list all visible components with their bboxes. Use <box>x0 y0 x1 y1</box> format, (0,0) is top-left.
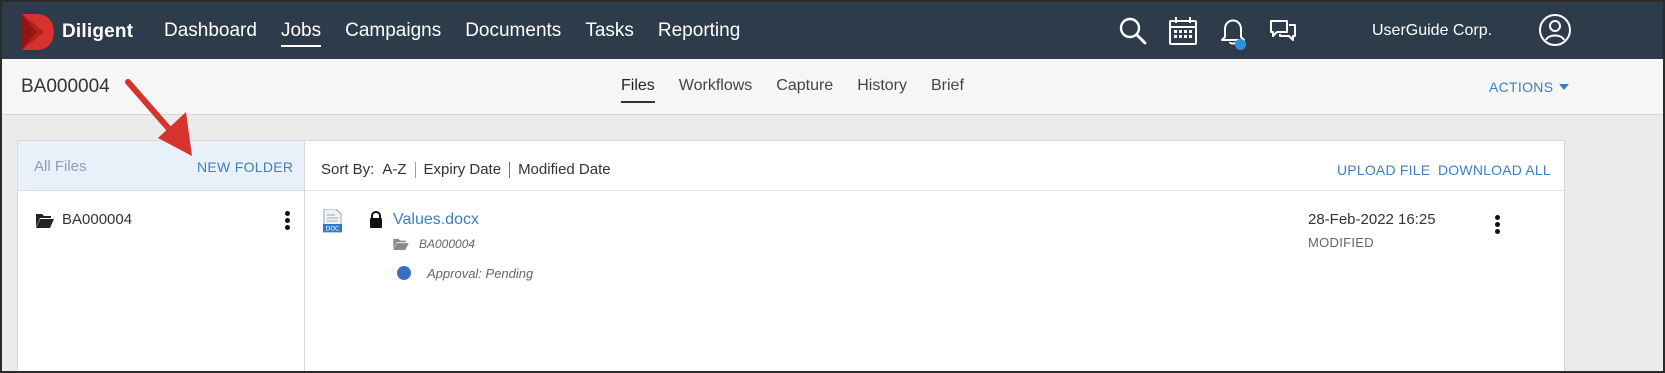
folder-open-icon <box>36 214 54 228</box>
job-subheader: BA000004 Files Workflows Capture History… <box>2 59 1663 115</box>
user-avatar-icon[interactable] <box>1538 13 1572 47</box>
folder-name: BA000004 <box>62 211 133 228</box>
logo-text: Diligent <box>62 21 134 42</box>
lock-icon <box>370 211 382 228</box>
doc-file-icon: DOC <box>323 209 342 233</box>
search-icon[interactable] <box>1117 15 1149 47</box>
caret-down-icon <box>1559 84 1570 90</box>
tab-files[interactable]: Files <box>621 59 655 115</box>
doc-icon-label: DOC <box>326 225 340 232</box>
new-folder-button[interactable]: NEW FOLDER <box>197 159 293 175</box>
actions-label: ACTIONS <box>1489 79 1554 95</box>
tab-capture[interactable]: Capture <box>776 59 833 115</box>
sort-az[interactable]: A-Z <box>382 161 406 178</box>
folder-menu-kebab-icon[interactable] <box>285 211 291 231</box>
sort-controls: Sort By: A-Z Expiry Date Modified Date <box>321 161 611 178</box>
sort-separator <box>414 161 416 178</box>
all-files-link[interactable]: All Files <box>34 158 87 175</box>
download-all-button[interactable]: DOWNLOAD ALL <box>1438 162 1551 178</box>
sort-modified-date[interactable]: Modified Date <box>518 161 611 178</box>
main-nav: Dashboard Jobs Campaigns Documents Tasks… <box>164 2 764 59</box>
folder-item[interactable]: BA000004 <box>18 191 304 249</box>
nav-dashboard[interactable]: Dashboard <box>164 2 257 59</box>
chat-icon[interactable] <box>1267 15 1299 47</box>
notifications-button[interactable] <box>1217 15 1249 50</box>
approval-status: Approval: Pending <box>427 266 534 281</box>
nav-documents[interactable]: Documents <box>465 2 561 59</box>
file-name-link[interactable]: Values.docx <box>393 211 479 229</box>
folder-open-icon <box>393 238 409 250</box>
notification-dot <box>1235 38 1246 50</box>
nav-icon-group <box>1117 2 1317 59</box>
nav-jobs[interactable]: Jobs <box>280 2 322 59</box>
job-title: BA000004 <box>21 76 110 97</box>
nav-reporting[interactable]: Reporting <box>658 2 740 59</box>
approval-status-dot-icon <box>397 266 411 280</box>
actions-dropdown[interactable]: ACTIONS <box>1489 79 1570 95</box>
logo[interactable]: Diligent <box>18 12 133 52</box>
app-frame: Diligent Dashboard Jobs Campaigns Docume… <box>0 0 1665 373</box>
job-tabs: Files Workflows Capture History Brief <box>621 59 988 115</box>
diligent-logo-icon <box>22 14 54 50</box>
top-navigation-bar: Diligent Dashboard Jobs Campaigns Docume… <box>2 2 1663 59</box>
nav-campaigns[interactable]: Campaigns <box>345 2 441 59</box>
file-list-toolbar: Sort By: A-Z Expiry Date Modified Date U… <box>305 141 1564 191</box>
nav-tasks[interactable]: Tasks <box>585 2 634 59</box>
sort-separator <box>509 161 511 178</box>
tab-history[interactable]: History <box>857 59 907 115</box>
file-folder-name: BA000004 <box>419 237 476 251</box>
sort-expiry-date[interactable]: Expiry Date <box>424 161 502 178</box>
company-name[interactable]: UserGuide Corp. <box>1372 2 1492 59</box>
tab-brief[interactable]: Brief <box>931 59 964 115</box>
modified-date: 28-Feb-2022 16:25 <box>1308 211 1436 228</box>
file-menu-kebab-icon[interactable] <box>1495 215 1501 235</box>
sort-by-label: Sort By: <box>321 161 375 178</box>
folder-panel: All Files NEW FOLDER BA000004 <box>17 140 305 371</box>
tab-workflows[interactable]: Workflows <box>679 59 753 115</box>
calendar-icon[interactable] <box>1167 15 1199 47</box>
folder-panel-header: All Files NEW FOLDER <box>18 141 304 191</box>
modified-label: MODIFIED <box>1308 235 1374 250</box>
upload-file-button[interactable]: UPLOAD FILE <box>1337 162 1430 178</box>
file-list-panel: Sort By: A-Z Expiry Date Modified Date U… <box>305 140 1565 371</box>
